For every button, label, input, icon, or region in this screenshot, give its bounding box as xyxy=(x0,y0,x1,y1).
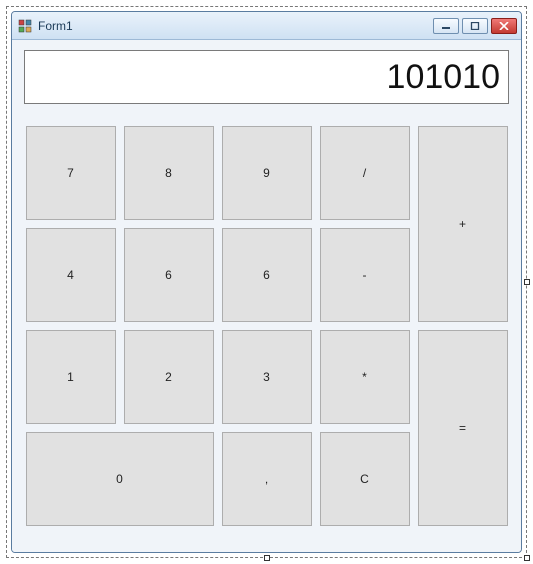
key-6-dup[interactable]: 6 xyxy=(222,228,312,322)
client-area: 7 8 9 / + 4 6 6 - 1 2 3 * = 0 , C xyxy=(12,40,521,552)
key-9[interactable]: 9 xyxy=(222,126,312,220)
key-clear[interactable]: C xyxy=(320,432,410,526)
key-comma[interactable]: , xyxy=(222,432,312,526)
maximize-button[interactable] xyxy=(462,18,488,34)
key-1[interactable]: 1 xyxy=(26,330,116,424)
window-title: Form1 xyxy=(38,19,433,33)
key-6[interactable]: 6 xyxy=(124,228,214,322)
maximize-icon xyxy=(470,22,480,30)
resize-handle-southeast[interactable] xyxy=(524,555,530,561)
display-input[interactable] xyxy=(24,50,509,104)
titlebar[interactable]: Form1 xyxy=(12,12,521,40)
form-window: Form1 7 8 9 / + xyxy=(11,11,522,553)
key-multiply[interactable]: * xyxy=(320,330,410,424)
close-icon xyxy=(499,22,509,30)
minimize-button[interactable] xyxy=(433,18,459,34)
key-4[interactable]: 4 xyxy=(26,228,116,322)
resize-handle-east[interactable] xyxy=(524,279,530,285)
app-icon xyxy=(18,19,32,33)
key-3[interactable]: 3 xyxy=(222,330,312,424)
designer-surface: Form1 7 8 9 / + xyxy=(6,6,527,558)
keypad: 7 8 9 / + 4 6 6 - 1 2 3 * = 0 , C xyxy=(24,126,509,526)
minimize-icon xyxy=(441,22,451,30)
key-divide[interactable]: / xyxy=(320,126,410,220)
key-2[interactable]: 2 xyxy=(124,330,214,424)
close-button[interactable] xyxy=(491,18,517,34)
key-8[interactable]: 8 xyxy=(124,126,214,220)
key-minus[interactable]: - xyxy=(320,228,410,322)
key-plus[interactable]: + xyxy=(418,126,508,322)
key-7[interactable]: 7 xyxy=(26,126,116,220)
resize-handle-south[interactable] xyxy=(264,555,270,561)
window-controls xyxy=(433,18,517,34)
key-equals[interactable]: = xyxy=(418,330,508,526)
key-0[interactable]: 0 xyxy=(26,432,214,526)
